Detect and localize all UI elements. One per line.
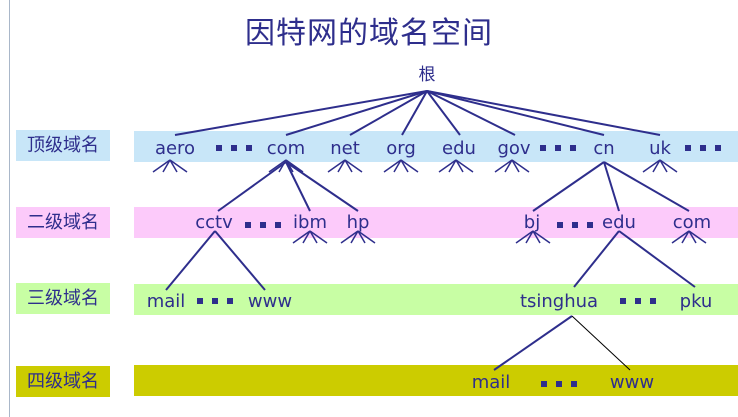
edge-tsinghua-www: [571, 315, 631, 371]
ellipsis-third-2: [620, 298, 656, 304]
fan-gov: [494, 159, 530, 173]
edge-root-cn: [426, 90, 605, 136]
ellipsis-second-2: [557, 222, 593, 228]
node-second-cctv: cctv: [195, 212, 233, 233]
node-second-ibm: ibm: [293, 212, 327, 233]
node-root: 根: [419, 65, 436, 85]
edge-tsinghua-mail: [493, 315, 573, 371]
node-third-mail: mail: [147, 291, 186, 312]
ellipsis-top-3: [685, 145, 721, 151]
fan-uk: [642, 159, 678, 173]
edge-com-cctv: [217, 161, 287, 212]
ellipsis-third-1: [197, 298, 233, 304]
node-top-uk: uk: [649, 138, 671, 159]
edge-com-hp: [285, 161, 359, 212]
node-fourth-mail: mail: [472, 372, 511, 393]
node-top-cn: cn: [593, 138, 614, 159]
ellipsis-fourth: [541, 381, 577, 387]
edge-root-uk: [426, 90, 661, 136]
ellipsis-second-1: [245, 222, 281, 228]
node-top-org: org: [386, 138, 416, 159]
node-second-bj: bj: [524, 212, 540, 233]
node-third-tsinghua: tsinghua: [520, 291, 598, 312]
fan-org: [383, 159, 419, 173]
node-top-net: net: [330, 138, 360, 159]
edge-cn-bj: [532, 161, 605, 212]
node-second-hp: hp: [347, 212, 370, 233]
node-third-pku: pku: [680, 291, 713, 312]
edge-root-gov: [426, 90, 516, 136]
ellipsis-dots: [197, 145, 721, 387]
domain-tree: 根 aero com net org edu gov cn uk cctv ib…: [147, 65, 721, 393]
ellipsis-top-1: [216, 145, 252, 151]
node-top-com: com: [267, 138, 305, 159]
node-top-edu: edu: [442, 138, 476, 159]
node-second-com: com: [673, 212, 711, 233]
node-top-gov: gov: [497, 138, 530, 159]
node-top-aero: aero: [155, 138, 195, 159]
node-third-www: www: [248, 291, 292, 312]
node-fourth-www: www: [610, 372, 654, 393]
fan-edu: [438, 159, 474, 173]
edge-edu-tsinghua: [573, 230, 620, 288]
node-labels: 根 aero com net org edu gov cn uk cctv ib…: [147, 65, 713, 393]
edge-cctv-www: [214, 230, 266, 291]
fan-net: [327, 159, 363, 173]
node-second-edu: edu: [602, 212, 636, 233]
ellipsis-top-2: [540, 145, 576, 151]
edge-cctv-mail: [165, 230, 216, 291]
fan-aero: [152, 159, 188, 173]
